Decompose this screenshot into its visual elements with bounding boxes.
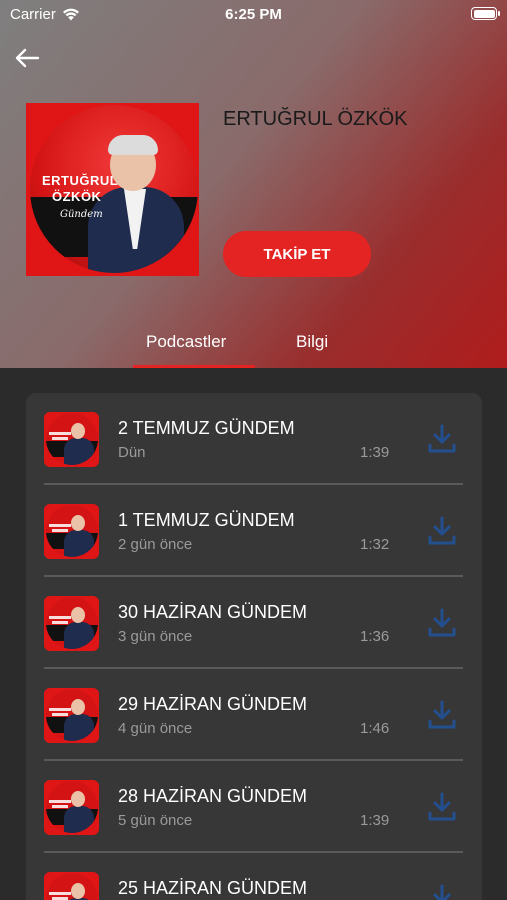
episode-list: 2 TEMMUZ GÜNDEM Dün 1:39 1 TEMMUZ GÜNDEM…: [26, 393, 482, 900]
thumb-text: [49, 892, 71, 895]
thumb-head: [71, 883, 85, 899]
thumb-circle: [46, 597, 98, 649]
episode-duration: 1:39: [360, 812, 390, 829]
download-icon[interactable]: [426, 791, 458, 823]
episode-thumbnail: [44, 872, 99, 900]
thumb-body: [64, 622, 94, 649]
thumb-text2: [52, 713, 68, 716]
thumb-text: [49, 708, 71, 711]
episode-duration: 1:36: [360, 628, 390, 645]
thumb-head: [71, 515, 85, 531]
download-icon[interactable]: [426, 607, 458, 639]
download-icon[interactable]: [426, 423, 458, 455]
thumb-circle: [46, 413, 98, 465]
episode-date: 3 gün önce: [118, 628, 193, 645]
podcast-cover-image: ERTUĞRUL ÖZKÖK Gündem: [26, 103, 199, 276]
thumb-text2: [52, 529, 68, 532]
thumb-text2: [52, 805, 68, 808]
thumb-circle: [46, 873, 98, 900]
list-item[interactable]: 1 TEMMUZ GÜNDEM 2 gün önce 1:32: [26, 485, 482, 577]
thumb-text2: [52, 621, 68, 624]
episode-title: 1 TEMMUZ GÜNDEM: [118, 510, 295, 530]
list-item[interactable]: 28 HAZİRAN GÜNDEM 5 gün önce 1:39: [26, 761, 482, 853]
thumb-body: [64, 806, 94, 833]
episode-duration: 1:39: [360, 444, 390, 461]
thumb-text: [49, 432, 71, 435]
cover-name-line1: ERTUĞRUL: [42, 173, 119, 188]
thumb-circle: [46, 781, 98, 833]
episode-title: 2 TEMMUZ GÜNDEM: [118, 418, 295, 438]
episode-date: Dün: [118, 444, 146, 461]
episode-thumbnail: [44, 504, 99, 559]
tab-info[interactable]: Bilgi: [296, 332, 328, 352]
thumb-text: [49, 616, 71, 619]
podcast-title: ERTUĞRUL ÖZKÖK: [223, 108, 408, 130]
cover-name-line2: ÖZKÖK: [52, 189, 102, 204]
back-button[interactable]: [12, 44, 42, 72]
episode-title: 25 HAZİRAN GÜNDEM: [118, 878, 308, 898]
thumb-head: [71, 791, 85, 807]
status-time: 6:25 PM: [225, 6, 282, 23]
episode-thumbnail: [44, 688, 99, 743]
episode-title: 29 HAZİRAN GÜNDEM: [118, 694, 308, 714]
episode-title: 28 HAZİRAN GÜNDEM: [118, 786, 308, 806]
thumb-body: [64, 438, 94, 465]
episode-date: 5 gün önce: [118, 812, 193, 829]
thumb-head: [71, 607, 85, 623]
list-item[interactable]: 25 HAZİRAN GÜNDEM: [26, 853, 482, 900]
download-icon[interactable]: [426, 699, 458, 731]
list-item[interactable]: 30 HAZİRAN GÜNDEM 3 gün önce 1:36: [26, 577, 482, 669]
podcast-header: Carrier 6:25 PM ERTUĞRUL ÖZKÖK Gündem ER…: [0, 0, 507, 368]
tab-bar: Podcastler Bilgi: [0, 326, 507, 368]
list-item[interactable]: 29 HAZİRAN GÜNDEM 4 gün önce 1:46: [26, 669, 482, 761]
status-bar: Carrier 6:25 PM: [0, 0, 507, 30]
thumb-body: [64, 714, 94, 741]
cover-person-hair: [108, 135, 158, 155]
follow-button[interactable]: TAKİP ET: [223, 231, 371, 277]
thumb-text2: [52, 437, 68, 440]
thumb-circle: [46, 505, 98, 557]
episode-thumbnail: [44, 780, 99, 835]
active-tab-indicator: [133, 365, 255, 368]
battery-icon: [471, 7, 500, 20]
list-item[interactable]: 2 TEMMUZ GÜNDEM Dün 1:39: [26, 393, 482, 485]
episode-duration: 1:32: [360, 536, 390, 553]
episode-date: 2 gün önce: [118, 536, 193, 553]
download-icon[interactable]: [426, 883, 458, 900]
episode-title: 30 HAZİRAN GÜNDEM: [118, 602, 308, 622]
episode-date: 4 gün önce: [118, 720, 193, 737]
cover-circle: ERTUĞRUL ÖZKÖK Gündem: [30, 105, 198, 273]
cover-subtitle: Gündem: [60, 209, 103, 220]
thumb-head: [71, 699, 85, 715]
arrow-left-icon: [15, 48, 40, 68]
thumb-body: [64, 530, 94, 557]
thumb-head: [71, 423, 85, 439]
episode-thumbnail: [44, 596, 99, 651]
thumb-text: [49, 524, 71, 527]
episode-thumbnail: [44, 412, 99, 467]
tab-podcasts[interactable]: Podcastler: [146, 332, 226, 352]
thumb-text: [49, 800, 71, 803]
thumb-circle: [46, 689, 98, 741]
episode-duration: 1:46: [360, 720, 390, 737]
download-icon[interactable]: [426, 515, 458, 547]
